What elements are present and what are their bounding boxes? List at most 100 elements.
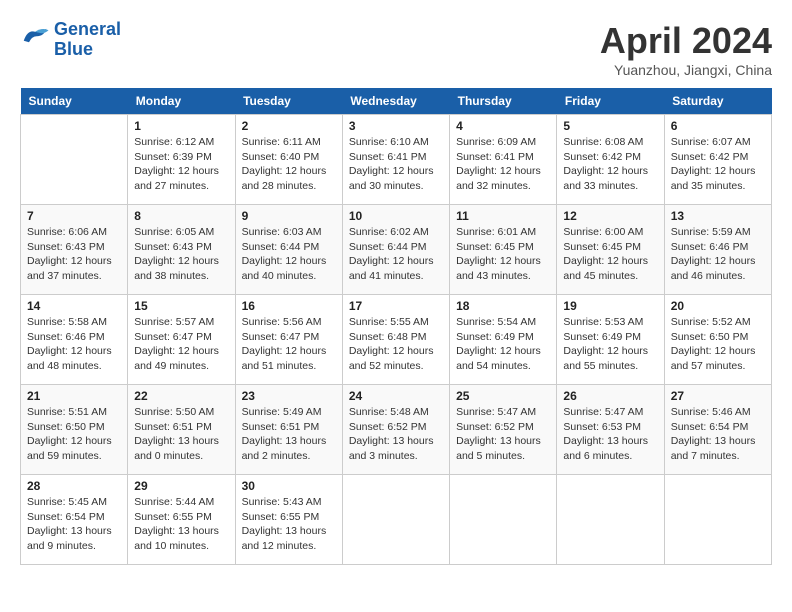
- calendar-cell: [557, 475, 664, 565]
- day-number: 29: [134, 479, 228, 493]
- calendar-cell: 22 Sunrise: 5:50 AMSunset: 6:51 PMDayligh…: [128, 385, 235, 475]
- calendar-cell: 15 Sunrise: 5:57 AMSunset: 6:47 PMDayligh…: [128, 295, 235, 385]
- weekday-header-saturday: Saturday: [664, 88, 771, 115]
- calendar-cell: 16Sunrise: 5:56 AMSunset: 6:47 PMDayligh…: [235, 295, 342, 385]
- day-info: Sunrise: 5:43 AMSunset: 6:55 PMDaylight:…: [242, 495, 336, 554]
- calendar-cell: 6 Sunrise: 6:07 AMSunset: 6:42 PMDaylight…: [664, 115, 771, 205]
- day-info: Sunrise: 6:12 AMSunset: 6:39 PMDaylight:…: [134, 135, 228, 194]
- day-number: 3: [349, 119, 443, 133]
- day-info: Sunrise: 6:07 AMSunset: 6:42 PMDaylight:…: [671, 135, 765, 194]
- day-number: 14: [27, 299, 121, 313]
- calendar-cell: [450, 475, 557, 565]
- page-header: General Blue April 2024 Yuanzhou, Jiangx…: [20, 20, 772, 78]
- day-info: Sunrise: 5:50 AMSunset: 6:51 PMDaylight:…: [134, 405, 228, 464]
- day-number: 17: [349, 299, 443, 313]
- day-info: Sunrise: 6:08 AMSunset: 6:42 PMDaylight:…: [563, 135, 657, 194]
- logo-text-line2: Blue: [54, 40, 121, 60]
- calendar-cell: 12 Sunrise: 6:00 AMSunset: 6:45 PMDayligh…: [557, 205, 664, 295]
- day-info: Sunrise: 5:45 AMSunset: 6:54 PMDaylight:…: [27, 495, 121, 554]
- calendar-cell: 9Sunrise: 6:03 AMSunset: 6:44 PMDaylight…: [235, 205, 342, 295]
- day-number: 23: [242, 389, 336, 403]
- calendar-table: SundayMondayTuesdayWednesdayThursdayFrid…: [20, 88, 772, 565]
- calendar-cell: 28 Sunrise: 5:45 AMSunset: 6:54 PMDayligh…: [21, 475, 128, 565]
- day-info: Sunrise: 6:06 AMSunset: 6:43 PMDaylight:…: [27, 225, 121, 284]
- weekday-header-row: SundayMondayTuesdayWednesdayThursdayFrid…: [21, 88, 772, 115]
- calendar-cell: 23 Sunrise: 5:49 AMSunset: 6:51 PMDayligh…: [235, 385, 342, 475]
- day-number: 27: [671, 389, 765, 403]
- title-block: April 2024 Yuanzhou, Jiangxi, China: [600, 20, 772, 78]
- day-info: Sunrise: 5:52 AMSunset: 6:50 PMDaylight:…: [671, 315, 765, 374]
- day-info: Sunrise: 6:11 AMSunset: 6:40 PMDaylight:…: [242, 135, 336, 194]
- calendar-cell: 30Sunrise: 5:43 AMSunset: 6:55 PMDayligh…: [235, 475, 342, 565]
- day-info: Sunrise: 5:48 AMSunset: 6:52 PMDaylight:…: [349, 405, 443, 464]
- calendar-cell: 25 Sunrise: 5:47 AMSunset: 6:52 PMDayligh…: [450, 385, 557, 475]
- calendar-week-row: 1Sunrise: 6:12 AMSunset: 6:39 PMDaylight…: [21, 115, 772, 205]
- day-info: Sunrise: 6:00 AMSunset: 6:45 PMDaylight:…: [563, 225, 657, 284]
- day-info: Sunrise: 5:44 AMSunset: 6:55 PMDaylight:…: [134, 495, 228, 554]
- weekday-header-thursday: Thursday: [450, 88, 557, 115]
- logo: General Blue: [20, 20, 121, 60]
- day-number: 28: [27, 479, 121, 493]
- calendar-cell: 11 Sunrise: 6:01 AMSunset: 6:45 PMDayligh…: [450, 205, 557, 295]
- day-info: Sunrise: 5:58 AMSunset: 6:46 PMDaylight:…: [27, 315, 121, 374]
- day-number: 2: [242, 119, 336, 133]
- calendar-cell: 21 Sunrise: 5:51 AMSunset: 6:50 PMDayligh…: [21, 385, 128, 475]
- day-info: Sunrise: 6:02 AMSunset: 6:44 PMDaylight:…: [349, 225, 443, 284]
- calendar-cell: 14 Sunrise: 5:58 AMSunset: 6:46 PMDayligh…: [21, 295, 128, 385]
- day-info: Sunrise: 5:53 AMSunset: 6:49 PMDaylight:…: [563, 315, 657, 374]
- day-info: Sunrise: 6:09 AMSunset: 6:41 PMDaylight:…: [456, 135, 550, 194]
- day-info: Sunrise: 6:01 AMSunset: 6:45 PMDaylight:…: [456, 225, 550, 284]
- calendar-cell: 4 Sunrise: 6:09 AMSunset: 6:41 PMDaylight…: [450, 115, 557, 205]
- logo-bird-icon: [20, 25, 50, 49]
- day-number: 22: [134, 389, 228, 403]
- calendar-cell: 7 Sunrise: 6:06 AMSunset: 6:43 PMDaylight…: [21, 205, 128, 295]
- day-number: 15: [134, 299, 228, 313]
- day-number: 26: [563, 389, 657, 403]
- calendar-week-row: 28 Sunrise: 5:45 AMSunset: 6:54 PMDayligh…: [21, 475, 772, 565]
- day-number: 4: [456, 119, 550, 133]
- calendar-cell: 18 Sunrise: 5:54 AMSunset: 6:49 PMDayligh…: [450, 295, 557, 385]
- day-number: 13: [671, 209, 765, 223]
- day-number: 11: [456, 209, 550, 223]
- calendar-cell: 8Sunrise: 6:05 AMSunset: 6:43 PMDaylight…: [128, 205, 235, 295]
- day-number: 7: [27, 209, 121, 223]
- logo-text-line1: General: [54, 20, 121, 40]
- day-info: Sunrise: 5:47 AMSunset: 6:52 PMDaylight:…: [456, 405, 550, 464]
- calendar-cell: 29 Sunrise: 5:44 AMSunset: 6:55 PMDayligh…: [128, 475, 235, 565]
- calendar-cell: 27 Sunrise: 5:46 AMSunset: 6:54 PMDayligh…: [664, 385, 771, 475]
- day-info: Sunrise: 5:49 AMSunset: 6:51 PMDaylight:…: [242, 405, 336, 464]
- day-number: 21: [27, 389, 121, 403]
- day-number: 10: [349, 209, 443, 223]
- day-info: Sunrise: 5:54 AMSunset: 6:49 PMDaylight:…: [456, 315, 550, 374]
- month-year-title: April 2024: [600, 20, 772, 62]
- day-number: 16: [242, 299, 336, 313]
- day-number: 18: [456, 299, 550, 313]
- day-number: 6: [671, 119, 765, 133]
- calendar-cell: [21, 115, 128, 205]
- day-info: Sunrise: 5:51 AMSunset: 6:50 PMDaylight:…: [27, 405, 121, 464]
- day-info: Sunrise: 5:59 AMSunset: 6:46 PMDaylight:…: [671, 225, 765, 284]
- day-info: Sunrise: 6:10 AMSunset: 6:41 PMDaylight:…: [349, 135, 443, 194]
- weekday-header-tuesday: Tuesday: [235, 88, 342, 115]
- day-number: 20: [671, 299, 765, 313]
- calendar-cell: 10 Sunrise: 6:02 AMSunset: 6:44 PMDayligh…: [342, 205, 449, 295]
- calendar-cell: 17Sunrise: 5:55 AMSunset: 6:48 PMDayligh…: [342, 295, 449, 385]
- calendar-cell: 1Sunrise: 6:12 AMSunset: 6:39 PMDaylight…: [128, 115, 235, 205]
- calendar-week-row: 14 Sunrise: 5:58 AMSunset: 6:46 PMDayligh…: [21, 295, 772, 385]
- day-info: Sunrise: 5:57 AMSunset: 6:47 PMDaylight:…: [134, 315, 228, 374]
- location-subtitle: Yuanzhou, Jiangxi, China: [600, 62, 772, 78]
- weekday-header-friday: Friday: [557, 88, 664, 115]
- calendar-cell: 19Sunrise: 5:53 AMSunset: 6:49 PMDayligh…: [557, 295, 664, 385]
- calendar-cell: 20 Sunrise: 5:52 AMSunset: 6:50 PMDayligh…: [664, 295, 771, 385]
- calendar-cell: 5Sunrise: 6:08 AMSunset: 6:42 PMDaylight…: [557, 115, 664, 205]
- weekday-header-wednesday: Wednesday: [342, 88, 449, 115]
- day-number: 25: [456, 389, 550, 403]
- day-info: Sunrise: 5:46 AMSunset: 6:54 PMDaylight:…: [671, 405, 765, 464]
- day-info: Sunrise: 6:03 AMSunset: 6:44 PMDaylight:…: [242, 225, 336, 284]
- day-info: Sunrise: 6:05 AMSunset: 6:43 PMDaylight:…: [134, 225, 228, 284]
- calendar-cell: [342, 475, 449, 565]
- calendar-cell: 24Sunrise: 5:48 AMSunset: 6:52 PMDayligh…: [342, 385, 449, 475]
- weekday-header-monday: Monday: [128, 88, 235, 115]
- day-number: 12: [563, 209, 657, 223]
- calendar-cell: [664, 475, 771, 565]
